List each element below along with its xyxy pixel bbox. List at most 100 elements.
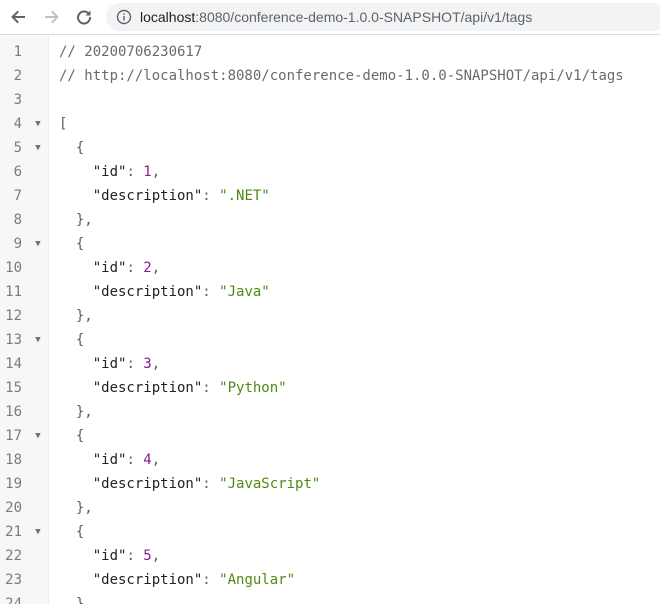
code-line: 6 "id": 1, [0, 160, 660, 184]
arrow-right-icon [45, 10, 59, 24]
fold-toggle-icon[interactable]: ▼ [33, 520, 43, 544]
code-line: 13 ▼ { [0, 328, 660, 352]
line-number: 20 [5, 500, 22, 516]
object-open-brace: { [75, 524, 85, 540]
line-number: 15 [5, 380, 22, 396]
code-line: 9 ▼ { [0, 232, 660, 256]
json-key-id: "id" [92, 164, 127, 180]
line-number: 7 [13, 188, 22, 204]
info-icon[interactable] [116, 9, 132, 25]
fold-toggle-icon[interactable]: ▼ [33, 136, 43, 160]
json-value-id: 3 [143, 356, 152, 372]
code-text: "id": 2, [59, 256, 160, 280]
json-value-description: "Java" [219, 284, 270, 300]
json-value-description: "JavaScript" [219, 476, 321, 492]
address-bar[interactable]: localhost:8080/conference-demo-1.0.0-SNA… [106, 3, 660, 31]
line-number: 4 [13, 116, 22, 132]
colon: : [202, 380, 220, 396]
browser-toolbar: localhost:8080/conference-demo-1.0.0-SNA… [0, 0, 660, 35]
line-number: 3 [13, 92, 22, 108]
json-value-description: ".NET" [219, 188, 270, 204]
code-text: }, [59, 400, 93, 424]
code-text: "id": 1, [59, 160, 160, 184]
colon: : [126, 452, 144, 468]
json-value-id: 2 [143, 260, 152, 276]
code-text: "id": 5, [59, 544, 160, 568]
code-line: 23 "description": "Angular" [0, 568, 660, 592]
code-line: 2 // http://localhost:8080/conference-dem… [0, 64, 660, 88]
reload-button[interactable] [72, 5, 96, 29]
json-key-id: "id" [92, 548, 127, 564]
line-number: 6 [13, 164, 22, 180]
url-host: localhost [140, 9, 196, 25]
code-line: 15 "description": "Python" [0, 376, 660, 400]
json-key-id: "id" [92, 356, 127, 372]
json-key-id: "id" [92, 260, 127, 276]
fold-toggle-icon[interactable]: ▼ [33, 328, 43, 352]
code-line: 24 } [0, 592, 660, 604]
line-number: 10 [5, 260, 22, 276]
line-number: 16 [5, 404, 22, 420]
code-text: { [59, 520, 84, 544]
object-close-brace: } [75, 596, 85, 604]
url-path: :8080/conference-demo-1.0.0-SNAPSHOT/api… [195, 9, 533, 25]
code-line: 8 }, [0, 208, 660, 232]
object-open-brace: { [75, 332, 85, 348]
json-viewer: 1 // 20200706230617 2 // http://localhost:8… [0, 36, 660, 604]
code-text: { [59, 328, 84, 352]
comment-timestamp: // 20200706230617 [59, 44, 203, 60]
comma: , [151, 548, 161, 564]
line-number: 11 [5, 284, 22, 300]
code-text: }, [59, 304, 93, 328]
fold-toggle-icon[interactable]: ▼ [33, 232, 43, 256]
code-line: 12 }, [0, 304, 660, 328]
code-text: "description": "Python" [59, 376, 287, 400]
url-text[interactable]: localhost:8080/conference-demo-1.0.0-SNA… [140, 3, 532, 31]
code-text: // http://localhost:8080/conference-demo… [59, 64, 624, 88]
object-open-brace: { [75, 236, 85, 252]
line-number: 13 [5, 332, 22, 348]
line-number: 21 [5, 524, 22, 540]
fold-toggle-icon[interactable]: ▼ [33, 112, 43, 136]
code-line: 19 "description": "JavaScript" [0, 472, 660, 496]
object-open-brace: { [75, 428, 85, 444]
comment-url: // http://localhost:8080/conference-demo… [59, 68, 624, 84]
json-value-description: "Angular" [219, 572, 296, 588]
comma: , [151, 260, 161, 276]
code-line: 17 ▼ { [0, 424, 660, 448]
code-text: "id": 3, [59, 352, 160, 376]
line-number: 9 [13, 236, 22, 252]
code-line: 10 "id": 2, [0, 256, 660, 280]
json-key-id: "id" [92, 452, 127, 468]
line-number: 23 [5, 572, 22, 588]
line-number: 8 [13, 212, 22, 228]
code-line: 7 "description": ".NET" [0, 184, 660, 208]
fold-toggle-icon[interactable]: ▼ [33, 424, 43, 448]
json-value-id: 1 [143, 164, 152, 180]
colon: : [126, 356, 144, 372]
line-number: 19 [5, 476, 22, 492]
colon: : [126, 548, 144, 564]
line-number: 1 [13, 44, 22, 60]
json-key-description: "description" [92, 572, 203, 588]
code-text: "description": "Java" [59, 280, 270, 304]
object-close-brace: }, [75, 308, 93, 324]
object-close-brace: }, [75, 500, 93, 516]
line-number: 18 [5, 452, 22, 468]
line-number: 5 [13, 140, 22, 156]
code-text: } [59, 592, 84, 604]
line-number: 22 [5, 548, 22, 564]
code-line: 14 "id": 3, [0, 352, 660, 376]
colon: : [202, 188, 220, 204]
arrow-left-icon [11, 10, 25, 24]
colon: : [126, 260, 144, 276]
forward-button[interactable] [40, 5, 64, 29]
line-number: 17 [5, 428, 22, 444]
code-text: { [59, 232, 84, 256]
back-button[interactable] [6, 5, 30, 29]
comma: , [151, 356, 161, 372]
code-line: 11 "description": "Java" [0, 280, 660, 304]
object-close-brace: }, [75, 212, 93, 228]
colon: : [202, 476, 220, 492]
code-line: 5 ▼ { [0, 136, 660, 160]
